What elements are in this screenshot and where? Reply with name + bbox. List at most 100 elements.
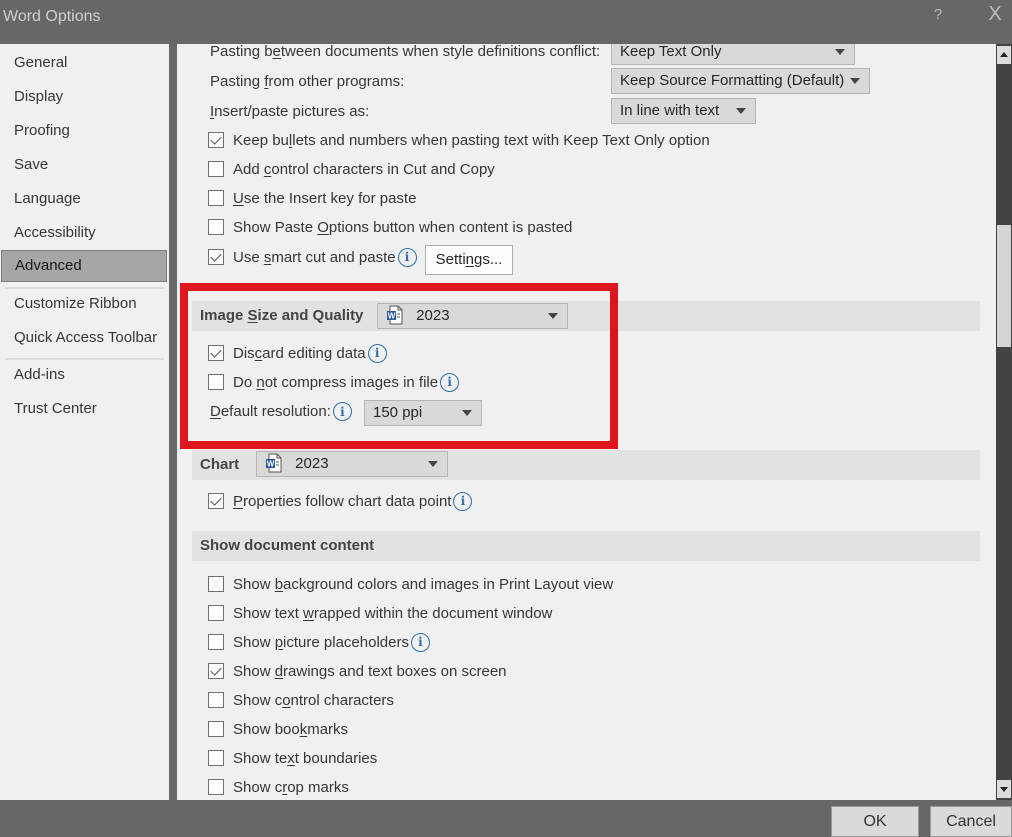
default-resolution-dropdown[interactable]: 150 ppi: [364, 400, 482, 426]
dropdown-value: In line with text: [620, 102, 720, 119]
sidebar-item-general[interactable]: General: [1, 47, 167, 79]
checkbox-checked[interactable]: [208, 493, 224, 509]
checkbox-unchecked[interactable]: [208, 219, 224, 235]
sidebar-item-customize-ribbon[interactable]: Customize Ribbon: [1, 288, 167, 320]
checkbox-label: Do not compress images in file: [233, 373, 439, 391]
chevron-down-icon: [736, 108, 746, 114]
svg-text:W: W: [267, 459, 275, 468]
insert-key-paste-checkbox-row[interactable]: Use the Insert key for paste: [208, 187, 416, 209]
checkbox-label: Show Paste Options button when content i…: [233, 218, 573, 236]
checkbox-label: Show bookmarks: [233, 720, 349, 738]
dropdown-value: Keep Source Formatting (Default): [620, 72, 845, 89]
info-icon[interactable]: i: [410, 632, 430, 652]
smart-cut-paste-checkbox-row[interactable]: Use smart cut and paste i: [208, 246, 417, 268]
checkbox-label: Use smart cut and paste: [233, 248, 396, 266]
cancel-button[interactable]: Cancel: [930, 806, 1012, 837]
checkbox-checked[interactable]: [208, 249, 224, 265]
checkbox-unchecked[interactable]: [208, 721, 224, 737]
dropdown-value: 2023: [295, 455, 329, 472]
image-size-quality-header: Image Size and Quality: [192, 301, 980, 331]
info-icon[interactable]: i: [332, 402, 352, 421]
checkbox-label: Show control characters: [233, 691, 394, 709]
checkbox-unchecked[interactable]: [208, 374, 224, 390]
pasting-other-programs-label: Pasting from other programs:: [210, 73, 405, 90]
pasting-other-programs-dropdown[interactable]: Keep Source Formatting (Default): [611, 68, 870, 94]
paste-options-button-checkbox-row[interactable]: Show Paste Options button when content i…: [208, 216, 572, 238]
dropdown-value: 150 ppi: [373, 404, 423, 421]
checkbox-unchecked[interactable]: [208, 161, 224, 177]
word-document-icon: W: [266, 453, 282, 473]
keep-bullets-checkbox-row[interactable]: Keep bullets and numbers when pasting te…: [208, 129, 710, 151]
smart-cut-settings-button[interactable]: Settings...: [425, 245, 513, 275]
checkbox-checked[interactable]: [208, 345, 224, 361]
add-control-chars-checkbox-row[interactable]: Add control characters in Cut and Copy: [208, 158, 495, 180]
info-icon[interactable]: i: [397, 247, 417, 267]
show-text-wrapped-checkbox-row[interactable]: Show text wrapped within the document wi…: [208, 602, 552, 624]
checkbox-label: Show crop marks: [233, 778, 349, 796]
scroll-down-arrow-icon[interactable]: [997, 780, 1011, 798]
checkbox-unchecked[interactable]: [208, 190, 224, 206]
checkbox-label: Use the Insert key for paste: [233, 189, 417, 207]
sidebar-item-save[interactable]: Save: [1, 149, 167, 181]
checkbox-unchecked[interactable]: [208, 576, 224, 592]
chart-document-dropdown[interactable]: W 2023: [256, 451, 448, 477]
checkbox-label: Add control characters in Cut and Copy: [233, 160, 495, 178]
properties-follow-chart-checkbox-row[interactable]: Properties follow chart data point i: [208, 490, 473, 512]
ok-button[interactable]: OK: [831, 806, 919, 837]
info-icon[interactable]: i: [440, 372, 460, 392]
vertical-scrollbar[interactable]: [996, 44, 1012, 800]
checkbox-label: Show drawings and text boxes on screen: [233, 662, 507, 680]
checkbox-unchecked[interactable]: [208, 779, 224, 795]
checkbox-unchecked[interactable]: [208, 692, 224, 708]
show-crop-marks-checkbox-row[interactable]: Show crop marks: [208, 776, 349, 798]
sidebar-item-display[interactable]: Display: [1, 81, 167, 113]
sidebar-item-add-ins[interactable]: Add-ins: [1, 359, 167, 391]
discard-editing-data-checkbox-row[interactable]: Discard editing data i: [208, 342, 387, 364]
show-bookmarks-checkbox-row[interactable]: Show bookmarks: [208, 718, 348, 740]
checkbox-unchecked[interactable]: [208, 605, 224, 621]
chevron-down-icon: [850, 78, 860, 84]
default-resolution-row: Default resolution: i: [210, 402, 352, 421]
show-document-content-header: Show document content: [192, 531, 980, 561]
sidebar-item-quick-access-toolbar[interactable]: Quick Access Toolbar: [1, 322, 167, 354]
checkbox-label: Keep bullets and numbers when pasting te…: [233, 131, 710, 149]
checkbox-label: Show picture placeholders: [233, 633, 409, 651]
no-compress-images-checkbox-row[interactable]: Do not compress images in file i: [208, 371, 460, 393]
checkbox-checked[interactable]: [208, 663, 224, 679]
sidebar-item-trust-center[interactable]: Trust Center: [1, 393, 167, 425]
close-button[interactable]: X: [984, 3, 1006, 26]
default-resolution-label: Default resolution:: [210, 403, 331, 420]
help-button[interactable]: ?: [930, 6, 946, 23]
sidebar-item-language[interactable]: Language: [1, 183, 167, 215]
checkbox-label: Discard editing data: [233, 344, 366, 362]
word-document-icon: W: [387, 305, 403, 325]
pasting-between-docs-label: Pasting between documents when style def…: [210, 44, 601, 60]
svg-text:W: W: [388, 311, 396, 320]
sidebar-item-advanced[interactable]: Advanced: [1, 250, 167, 282]
advanced-options-panel: Pasting between documents when style def…: [177, 44, 996, 800]
show-control-characters-checkbox-row[interactable]: Show control characters: [208, 689, 394, 711]
show-text-boundaries-checkbox-row[interactable]: Show text boundaries: [208, 747, 377, 769]
checkbox-label: Properties follow chart data point: [233, 492, 452, 510]
checkbox-unchecked[interactable]: [208, 634, 224, 650]
show-drawings-checkbox-row[interactable]: Show drawings and text boxes on screen: [208, 660, 507, 682]
window-title: Word Options: [3, 8, 101, 25]
dropdown-value: 2023: [416, 307, 450, 324]
sidebar-item-proofing[interactable]: Proofing: [1, 115, 167, 147]
insert-paste-pictures-label: Insert/paste pictures as:: [210, 103, 370, 120]
scrollbar-thumb[interactable]: [997, 225, 1011, 347]
image-size-document-dropdown[interactable]: W 2023: [377, 303, 568, 329]
sidebar: General Display Proofing Save Language A…: [0, 44, 169, 800]
sidebar-item-accessibility[interactable]: Accessibility: [1, 217, 167, 249]
show-picture-placeholders-checkbox-row[interactable]: Show picture placeholders i: [208, 631, 430, 653]
info-icon[interactable]: i: [367, 343, 387, 363]
show-background-colors-checkbox-row[interactable]: Show background colors and images in Pri…: [208, 573, 613, 595]
scroll-up-arrow-icon[interactable]: [997, 46, 1011, 64]
chevron-down-icon: [835, 49, 845, 55]
info-icon[interactable]: i: [453, 491, 473, 511]
insert-paste-pictures-dropdown[interactable]: In line with text: [611, 98, 756, 124]
checkbox-label: Show text boundaries: [233, 749, 378, 767]
checkbox-checked[interactable]: [208, 132, 224, 148]
checkbox-unchecked[interactable]: [208, 750, 224, 766]
pasting-between-docs-dropdown[interactable]: Keep Text Only: [611, 44, 855, 65]
